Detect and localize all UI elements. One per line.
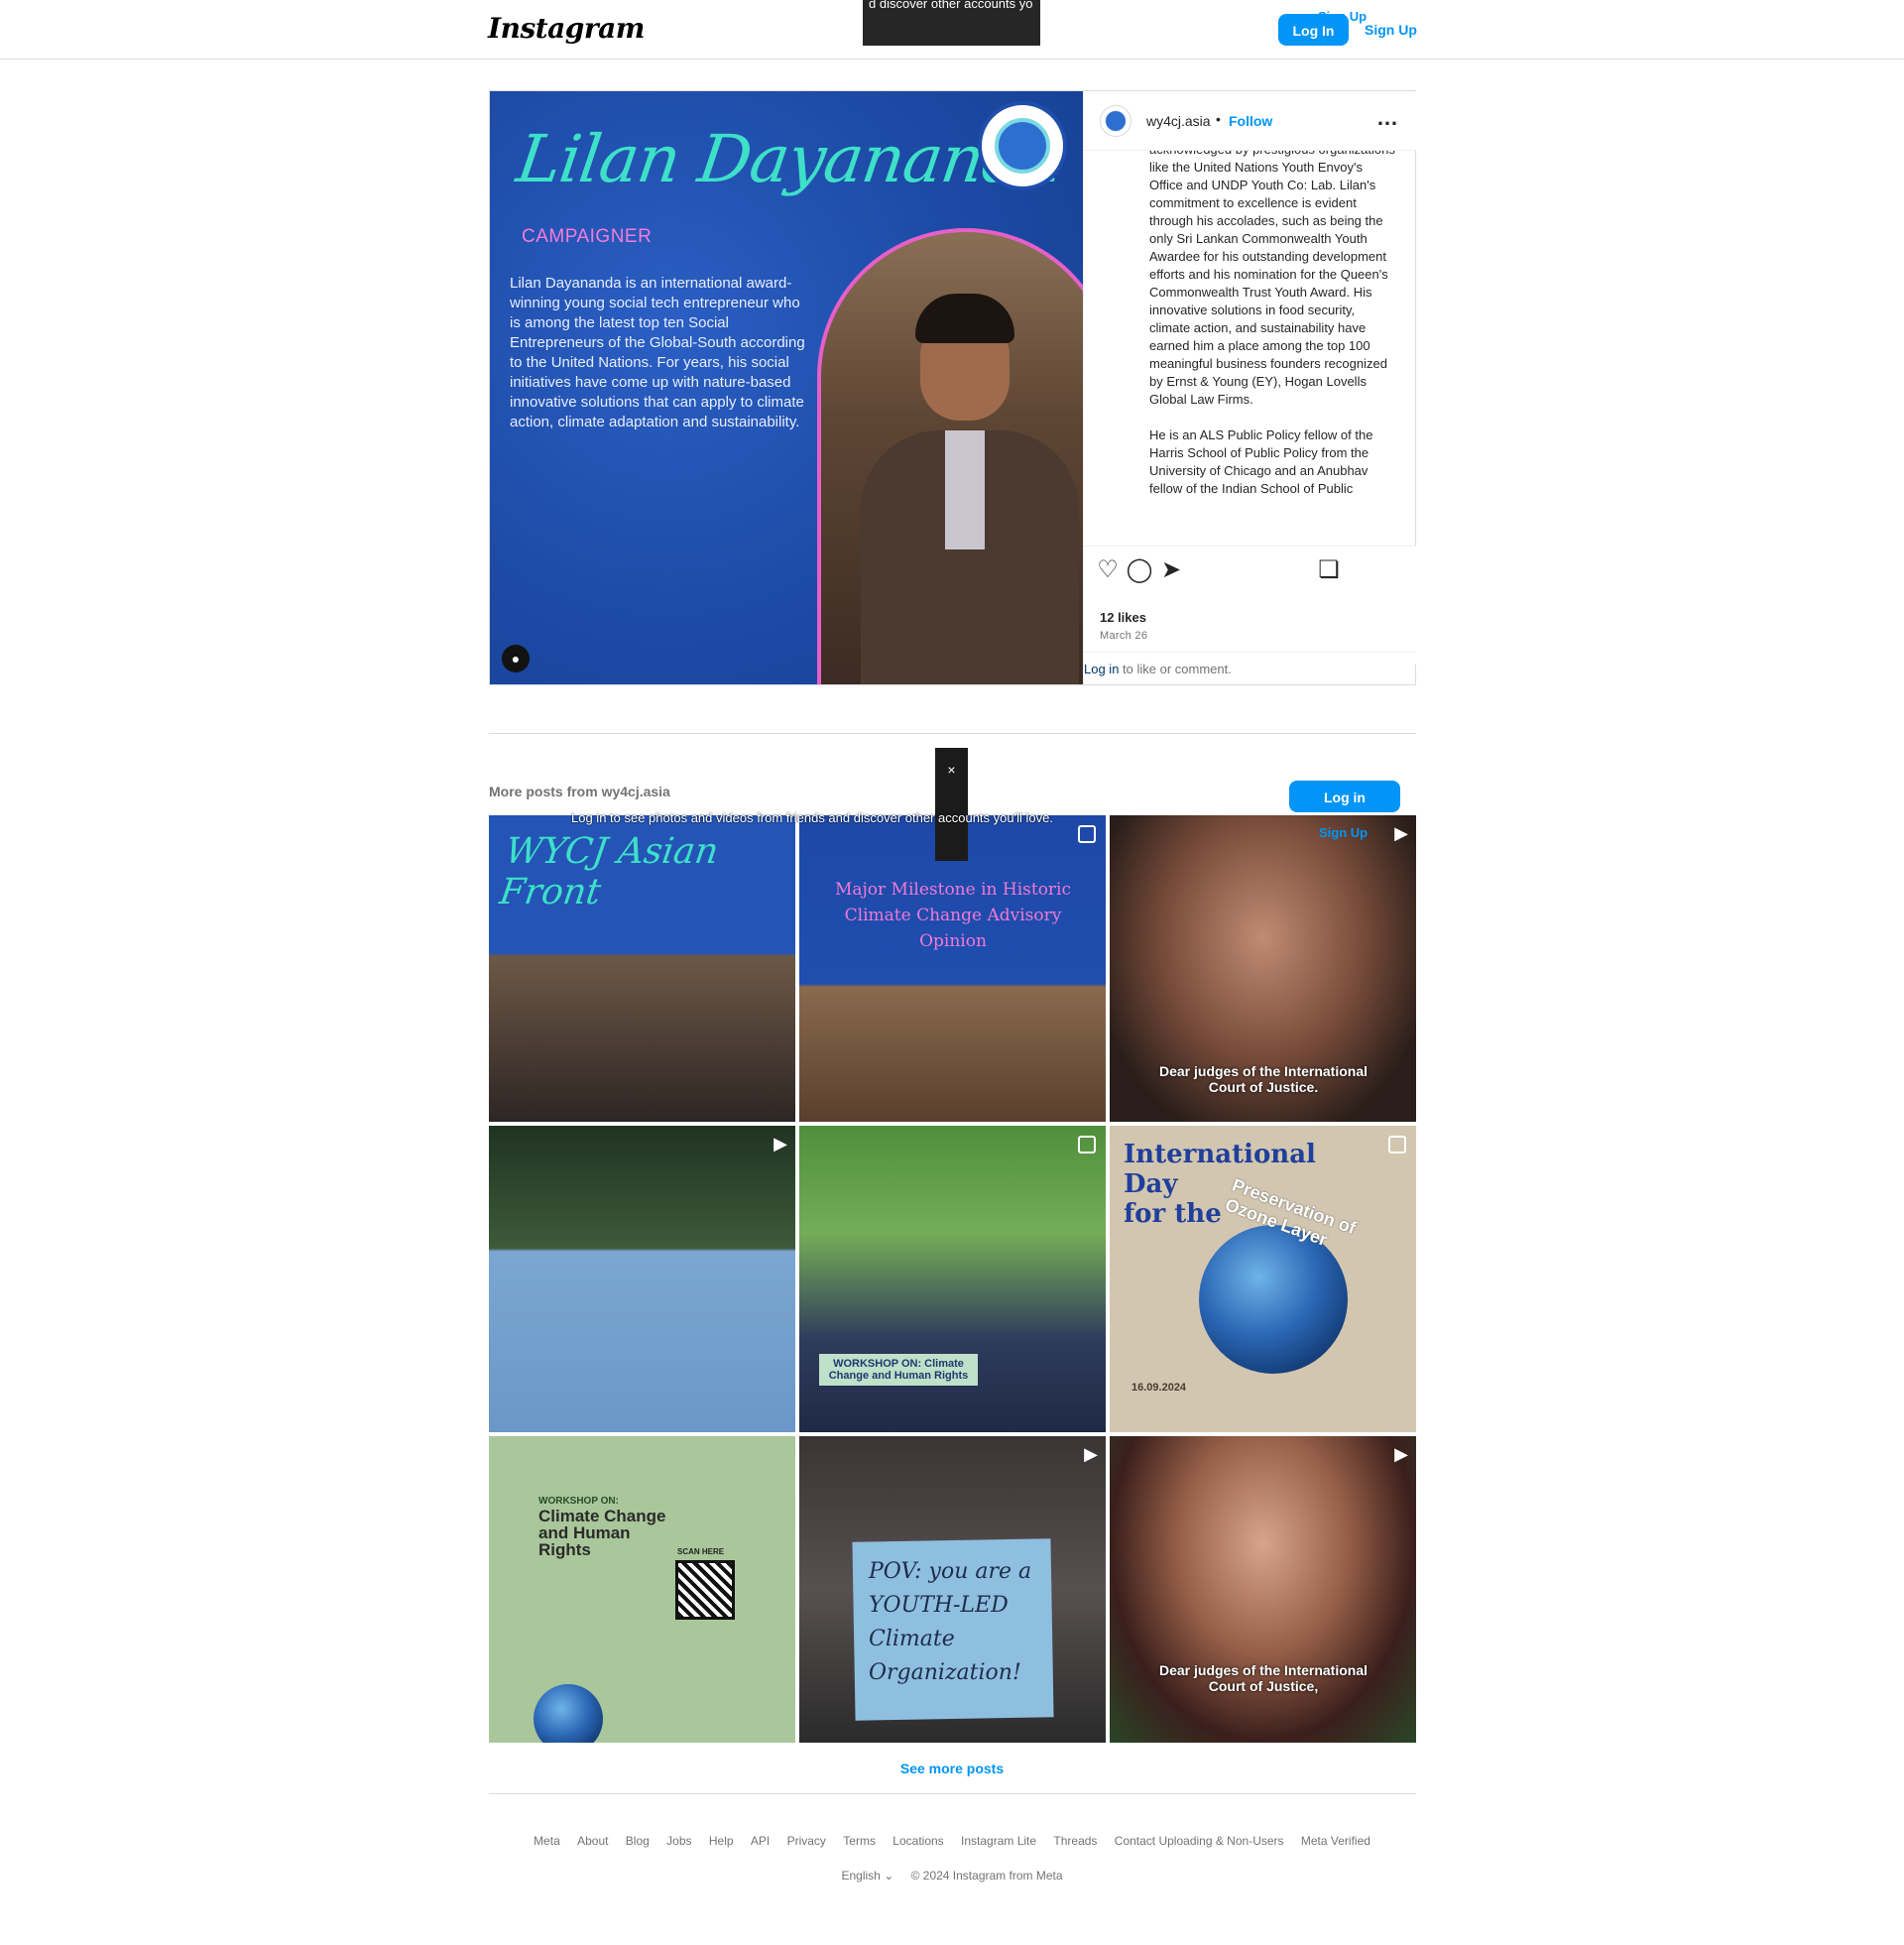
post-image[interactable]: Lilan Dayananda CAMPAIGNER Lilan Dayanan… (490, 91, 1083, 684)
footer-link[interactable]: Meta Verified (1301, 1834, 1370, 1848)
footer-link[interactable]: Instagram Lite (961, 1834, 1036, 1848)
footer-link[interactable]: Blog (626, 1834, 650, 1848)
image-role: CAMPAIGNER (522, 226, 653, 247)
tile-text-line: for the (1124, 1199, 1222, 1229)
footer-link[interactable]: Locations (892, 1834, 943, 1848)
caption-paragraph: acknowledged by prestigious organization… (1149, 151, 1395, 407)
bookmark-icon[interactable]: ❏ (1315, 556, 1343, 584)
post-username[interactable]: wy4cj.asia (1146, 113, 1211, 129)
posts-grid: WYCJ Asian Front Major Milestone in Hist… (489, 815, 1416, 1745)
tile-text-line: International (1124, 1140, 1316, 1169)
grid-post[interactable]: International Day for the Preservation o… (1110, 1126, 1416, 1432)
tile-title: Climate Change and Human Rights (538, 1507, 666, 1559)
tile-text: WYCJ Asian Front (497, 831, 721, 912)
qr-code-icon (675, 1560, 735, 1620)
post-sidebar: acknowledged by prestigious organization… (1083, 91, 1416, 684)
tile-date: 16.09.2024 (1131, 1382, 1187, 1394)
grid-post[interactable]: Dear judges of the International Court o… (1110, 815, 1416, 1122)
grid-post[interactable]: WYCJ Asian Front (489, 815, 795, 1122)
carousel-icon (1078, 1136, 1096, 1154)
grid-post[interactable]: ▶ (489, 1126, 795, 1432)
post-header: wy4cj.asia • Follow … (1084, 91, 1416, 151)
dot-separator: • (1216, 111, 1221, 127)
portrait-arch (817, 228, 1083, 684)
signup-link[interactable]: Sign Up (1365, 22, 1417, 38)
footer-links: Meta About Blog Jobs Help API Privacy Te… (0, 1834, 1904, 1848)
reel-icon: ▶ (1394, 1444, 1408, 1464)
copyright: © 2024 Instagram from Meta (910, 1869, 1063, 1883)
carousel-icon (1388, 1136, 1406, 1154)
post-caption: acknowledged by prestigious organization… (1149, 151, 1397, 609)
person-shirt (945, 430, 985, 549)
grid-post[interactable]: WORKSHOP ON: Climate Change and Human Ri… (799, 1126, 1106, 1432)
worlds-youth-climate-justice-logo (978, 101, 1067, 190)
tile-text-line: Day (1124, 1169, 1178, 1199)
footer-link[interactable]: API (751, 1834, 770, 1848)
footer-link[interactable]: Terms (843, 1834, 876, 1848)
heart-icon[interactable]: ♡ (1094, 556, 1122, 584)
more-options-icon[interactable]: … (1376, 105, 1399, 131)
footer-link[interactable]: About (577, 1834, 608, 1848)
section-divider (489, 733, 1416, 734)
login-button[interactable]: Log In (1278, 14, 1349, 46)
reel-icon: ▶ (1394, 823, 1408, 843)
comment-icon[interactable]: ◯ (1126, 556, 1153, 584)
more-posts-title[interactable]: More posts from wy4cj.asia (489, 784, 670, 799)
instagram-logo[interactable]: Instagram (488, 12, 645, 45)
login-to-comment: Log in to like or comment. (1084, 652, 1416, 684)
grid-post[interactable]: Dear judges of the International Court o… (1110, 1436, 1416, 1743)
tagged-user-icon[interactable]: ● (502, 645, 530, 672)
post-card: Lilan Dayananda CAMPAIGNER Lilan Dayanan… (489, 90, 1416, 685)
footer-link[interactable]: Meta (534, 1834, 560, 1848)
post-actions: ♡ ◯ ➤ ❏ 12 likes March 26 (1084, 546, 1416, 665)
footer-link[interactable]: Threads (1053, 1834, 1097, 1848)
tile-text: WORKSHOP ON: Climate Change and Human Ri… (819, 1354, 978, 1386)
footer-bottom: English ⌄ © 2024 Instagram from Meta (0, 1869, 1904, 1883)
caption-paragraph: He is an ALS Public Policy fellow of the… (1149, 427, 1373, 496)
signup-link[interactable]: Sign Up (1319, 825, 1368, 840)
carousel-icon (1078, 825, 1096, 843)
reel-icon: ▶ (774, 1134, 787, 1154)
login-banner-overlay: d discover other accounts yo (863, 0, 1040, 46)
avatar[interactable] (1100, 105, 1131, 137)
tile-text: Major Milestone in Historic Climate Chan… (834, 880, 1072, 951)
login-suffix: to like or comment. (1119, 662, 1232, 676)
login-prompt-text: Log in to see photos and videos from fri… (571, 810, 1053, 825)
image-bio: Lilan Dayananda is an international awar… (510, 275, 805, 430)
earth-globe-image (534, 1684, 603, 1743)
footer-link[interactable]: Help (709, 1834, 734, 1848)
chevron-down-icon: ⌄ (884, 1869, 894, 1883)
person-hair (915, 294, 1014, 343)
top-navbar: Instagram d discover other accounts yo S… (0, 0, 1904, 60)
follow-button[interactable]: Follow (1229, 113, 1272, 129)
language-label: English (841, 1869, 881, 1883)
close-icon[interactable]: × (947, 762, 955, 778)
footer-link[interactable]: Jobs (666, 1834, 691, 1848)
footer-link[interactable]: Contact Uploading & Non-Users (1115, 1834, 1284, 1848)
language-select[interactable]: English ⌄ (841, 1869, 893, 1883)
tile-small-text: WORKSHOP ON: (538, 1496, 619, 1507)
scan-label: SCAN HERE (677, 1547, 725, 1556)
likes-count[interactable]: 12 likes (1100, 610, 1146, 625)
tile-text: Dear judges of the International Court o… (1158, 1063, 1368, 1095)
footer-divider (489, 1793, 1416, 1794)
login-prompt-overlay: × (935, 748, 968, 861)
tile-text: POV: you are a YOUTH-LED Climate Organiz… (869, 1559, 1032, 1685)
grid-post[interactable]: Major Milestone in Historic Climate Chan… (799, 815, 1106, 1122)
post-date: March 26 (1100, 630, 1148, 642)
grid-post[interactable]: WORKSHOP ON: Climate Change and Human Ri… (489, 1436, 795, 1743)
see-more-posts-link[interactable]: See more posts (0, 1761, 1904, 1776)
reel-icon: ▶ (1084, 1444, 1098, 1464)
share-icon[interactable]: ➤ (1157, 556, 1185, 584)
grid-post[interactable]: POV: you are a YOUTH-LED Climate Organiz… (799, 1436, 1106, 1743)
login-button[interactable]: Log in (1289, 781, 1400, 812)
tile-text: Dear judges of the International Court o… (1158, 1662, 1368, 1694)
footer-link[interactable]: Privacy (787, 1834, 826, 1848)
login-link[interactable]: Log in (1084, 662, 1119, 676)
